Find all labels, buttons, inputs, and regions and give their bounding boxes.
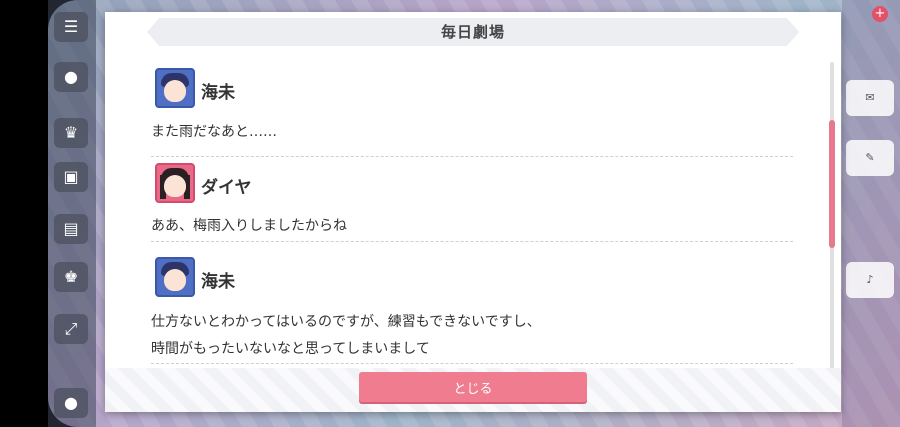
umi-portrait-icon: [155, 257, 195, 297]
close-button[interactable]: とじる: [359, 372, 587, 402]
live-icon[interactable]: ♪: [846, 262, 894, 298]
fullscreen-icon[interactable]: ⤢: [54, 314, 88, 344]
speaker-name: ダイヤ: [201, 178, 252, 198]
theater-icon[interactable]: ▤: [54, 214, 88, 244]
conversation-list[interactable]: 海未 また雨だなあと…… ダイヤ ああ、梅雨入りしましたからね 海未 仕方ないと…: [105, 58, 817, 370]
speaker-name: 海未: [201, 83, 235, 103]
menu-icon[interactable]: ☰: [54, 12, 88, 42]
scrollbar-thumb[interactable]: [829, 120, 835, 248]
gift-icon[interactable]: ▣: [54, 162, 88, 192]
plus-icon[interactable]: +: [872, 6, 888, 22]
right-menu-rail: [842, 0, 900, 427]
umi-portrait-icon: [155, 68, 195, 108]
mission-icon[interactable]: ✎: [846, 140, 894, 176]
daily-theater-dialog: 毎日劇場 海未 また雨だなあと…… ダイヤ ああ、梅雨入りしましたからね 海未 …: [105, 12, 841, 412]
list-item: 海未 仕方ないとわかってはいるのですが、練習もできないですし、 時間がもったいな…: [151, 255, 793, 364]
dialogue-line: 仕方ないとわかってはいるのですが、練習もできないですし、: [151, 314, 541, 330]
speaker-name: 海未: [201, 272, 235, 292]
list-item: ダイヤ ああ、梅雨入りしましたからね: [151, 161, 793, 242]
dialogue-line: 時間がもったいないなと思ってしまいまして: [151, 341, 430, 357]
list-item: 海未 また雨だなあと……: [151, 66, 793, 157]
profile-icon[interactable]: ●: [54, 388, 88, 418]
event-icon[interactable]: ♛: [54, 118, 88, 148]
dialogue-line: ああ、梅雨入りしましたからね: [151, 218, 347, 234]
chat-icon[interactable]: ●: [54, 62, 88, 92]
dia-portrait-icon: [155, 163, 195, 203]
ranking-icon[interactable]: ♚: [54, 262, 88, 292]
dialog-title: 毎日劇場: [147, 18, 799, 46]
dialogue-line: また雨だなあと……: [151, 124, 277, 140]
mail-icon[interactable]: ✉: [846, 80, 894, 116]
